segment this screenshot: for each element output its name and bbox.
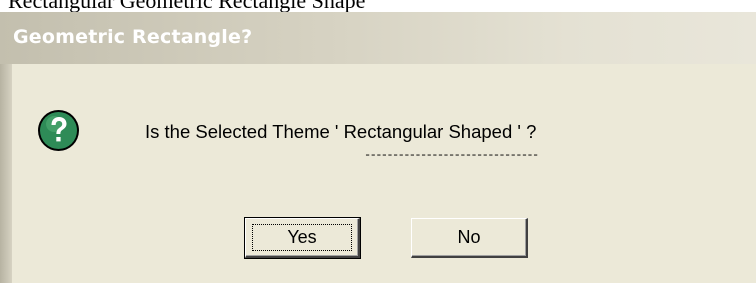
message-underline: ------------------------------- <box>364 148 539 162</box>
no-button[interactable]: No <box>411 218 528 258</box>
question-icon <box>38 110 79 151</box>
message-dialog: Geometric Rectangle? Is the Selected The… <box>0 12 756 283</box>
background-document: Rectangular Geometric Rectangle Shape <box>0 0 756 12</box>
dialog-left-edge <box>0 64 12 283</box>
dialog-title: Geometric Rectangle? <box>13 26 253 48</box>
dialog-titlebar[interactable]: Geometric Rectangle? <box>0 12 756 64</box>
yes-button-label: Yes <box>287 227 317 247</box>
dialog-message: Is the Selected Theme ' Rectangular Shap… <box>145 121 537 142</box>
no-button-label: No <box>457 227 481 247</box>
background-text: Rectangular Geometric Rectangle Shape <box>8 0 365 12</box>
yes-button[interactable]: Yes <box>244 217 361 259</box>
